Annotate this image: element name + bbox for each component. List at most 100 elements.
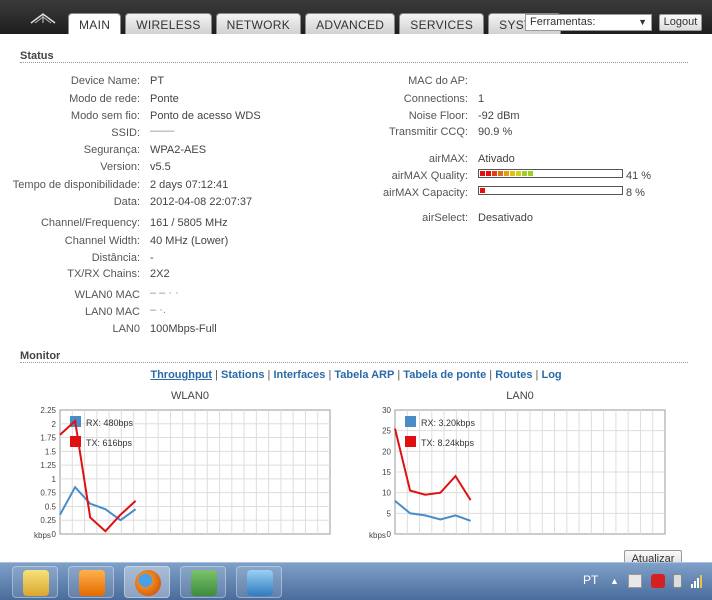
ap-mac-label: MAC do AP:: [408, 75, 468, 87]
link-throughput[interactable]: Throughput: [150, 369, 212, 381]
tab-main[interactable]: MAIN: [68, 13, 122, 36]
wlan0-chart-title: WLAN0: [171, 390, 209, 402]
chains-label: TX/RX Chains:: [67, 268, 140, 280]
taskbar-remote-desktop[interactable]: [236, 566, 282, 598]
link-bridge-table[interactable]: Tabela de ponte: [403, 369, 486, 381]
lan0-label: LAN0: [112, 323, 140, 335]
legend-swatch: [405, 436, 416, 447]
monitor-links: Throughput | Stations | Interfaces | Tab…: [150, 369, 562, 381]
version-label: Version:: [100, 161, 140, 173]
channel-frequency-value: 161 / 5805 MHz: [150, 217, 228, 229]
language-indicator[interactable]: PT: [583, 573, 598, 587]
airmax-quality-segment: [510, 171, 515, 176]
ssid-label: SSID:: [111, 127, 140, 139]
uptime-value: 2 days 07:12:41: [150, 179, 229, 191]
status-section-title: Status: [20, 50, 688, 63]
tab-wireless[interactable]: WIRELESS: [125, 13, 212, 35]
link-interfaces[interactable]: Interfaces: [273, 369, 325, 381]
airmax-capacity-label: airMAX Capacity:: [383, 187, 468, 199]
y-axis-unit-label: kbps: [369, 531, 386, 540]
wireless-mode-value: Ponto de acesso WDS: [150, 110, 261, 122]
network-mode-label: Modo de rede:: [69, 93, 140, 105]
airselect-value: Desativado: [478, 212, 534, 224]
lan0-mac-value: – ·.: [150, 304, 166, 316]
people-icon: [191, 570, 217, 596]
version-value: v5.5: [150, 161, 171, 173]
network-signal-icon[interactable]: [690, 574, 704, 588]
wlan0-throughput-chart: 2.25 2 1.75 1.5 1.25 1 0.75 0.5 0.25 0kbps RX: 480…: [34, 406, 331, 540]
taskbar-media-player[interactable]: [68, 566, 114, 598]
device-name-value: PT: [150, 75, 165, 87]
link-arp-table[interactable]: Tabela ARP: [334, 369, 394, 381]
security-value: WPA2-AES: [150, 144, 207, 156]
taskbar-contacts[interactable]: [180, 566, 226, 598]
legend-swatch: [405, 416, 416, 427]
noise-floor-label: Noise Floor:: [408, 110, 468, 122]
device-name-label: Device Name:: [70, 75, 140, 87]
wlan0-mac-label: WLAN0 MAC: [74, 289, 140, 301]
distance-value: -: [150, 252, 154, 264]
legend-label: TX: 8.24kbps: [421, 438, 475, 448]
y-tick-label: 25: [382, 427, 391, 436]
channel-width-label: Channel Width:: [64, 235, 140, 247]
y-tick-label: 30: [382, 406, 391, 415]
main-panel: Status Device Name: PT Modo de rede: Pon…: [10, 34, 702, 568]
date-value: 2012-04-08 22:07:37: [150, 196, 253, 208]
chains-value: 2X2: [150, 268, 170, 280]
remote-desktop-icon: [247, 570, 273, 596]
action-center-flag-icon[interactable]: [628, 574, 642, 588]
y-tick-label: 0: [387, 530, 392, 539]
airmax-quality-segment: [504, 171, 509, 176]
tab-network[interactable]: NETWORK: [215, 13, 302, 35]
battery-icon[interactable]: [673, 574, 682, 588]
airselect-label: airSelect:: [422, 212, 468, 224]
y-tick-label: 20: [382, 447, 391, 456]
y-tick-label: 0.75: [40, 489, 56, 498]
tools-dropdown-label: Ferramentas:: [530, 16, 596, 28]
airmax-quality-segment: [486, 171, 491, 176]
distance-label: Distância:: [91, 252, 140, 264]
airmax-quality-segment: [528, 171, 533, 176]
wireless-mode-label: Modo sem fio:: [70, 110, 140, 122]
top-nav-bar: MAIN WIRELESS NETWORK ADVANCED SERVICES …: [0, 0, 712, 36]
folder-icon: [23, 570, 49, 596]
taskbar: PT ▲: [0, 562, 712, 600]
y-tick-label: 1.75: [40, 434, 56, 443]
y-tick-label: 1.5: [45, 447, 57, 456]
airmax-quality-label: airMAX Quality:: [391, 170, 468, 182]
taskbar-explorer[interactable]: [12, 566, 58, 598]
y-tick-label: 10: [382, 489, 391, 498]
airmax-quality-segment: [516, 171, 521, 176]
logout-button[interactable]: Logout: [659, 14, 702, 31]
monitor-section-title: Monitor: [20, 350, 688, 363]
link-routes[interactable]: Routes: [495, 369, 532, 381]
lan0-throughput-chart: 30 25 20 15 10 5 0kbps RX: 3.20kbps TX: 8.24kbps: [369, 406, 666, 540]
tab-services[interactable]: SERVICES: [399, 13, 485, 35]
airmax-capacity-segment: [480, 188, 485, 193]
channel-frequency-label: Channel/Frequency:: [40, 217, 140, 229]
tools-dropdown[interactable]: Ferramentas: ▼: [525, 14, 652, 31]
ubiquiti-logo-icon: [30, 13, 56, 24]
airmax-quality-segment: [492, 171, 497, 176]
channel-width-value: 40 MHz (Lower): [150, 235, 229, 247]
airmax-quality-value: 41 %: [626, 170, 652, 182]
ccq-label: Transmitir CCQ:: [388, 126, 468, 138]
y-tick-label: 15: [382, 468, 391, 477]
link-stations[interactable]: Stations: [221, 369, 264, 381]
firefox-icon: [135, 570, 161, 596]
taskbar-firefox[interactable]: [124, 566, 170, 598]
tray-expand-icon[interactable]: ▲: [610, 576, 619, 586]
legend-swatch: [70, 436, 81, 447]
y-tick-label: 0.25: [40, 516, 56, 525]
airmax-quality-segment: [480, 171, 485, 176]
airmax-quality-bar: [478, 169, 623, 178]
link-log[interactable]: Log: [541, 369, 561, 381]
ap-mac-redacted: [478, 74, 564, 86]
tab-advanced[interactable]: ADVANCED: [305, 13, 396, 35]
airmax-capacity-bar: [478, 186, 623, 195]
legend-label: TX: 616bps: [86, 438, 133, 448]
y-tick-label: 1.25: [40, 461, 56, 470]
antivirus-icon[interactable]: [651, 574, 665, 588]
connections-label: Connections:: [403, 93, 468, 105]
lan0-value: 100Mbps-Full: [150, 323, 217, 335]
